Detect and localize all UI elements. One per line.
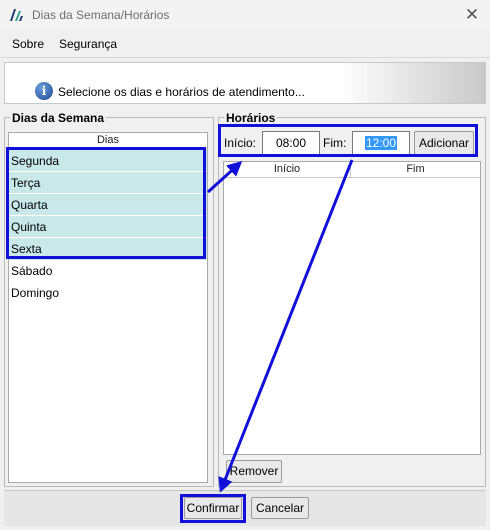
app-logo-icon (10, 9, 23, 21)
day-row[interactable]: Domingo (9, 282, 207, 304)
hours-group-title: Horários (224, 111, 278, 125)
hours-table[interactable] (223, 161, 481, 455)
annotation-time-box (218, 124, 478, 157)
remove-button[interactable]: Remover (226, 460, 282, 483)
info-icon: i (35, 82, 53, 100)
annotation-days-box (6, 147, 206, 259)
window-title: Dias da Semana/Horários (32, 8, 170, 22)
annotation-confirm-box (180, 494, 246, 523)
menu-seguranca[interactable]: Segurança (59, 37, 117, 51)
cancel-button[interactable]: Cancelar (251, 497, 309, 519)
hours-column-inicio[interactable]: Início (224, 162, 351, 178)
hours-column-fim[interactable]: Fim (351, 162, 480, 178)
menu-sobre[interactable]: Sobre (12, 37, 44, 51)
close-icon[interactable]: ✕ (459, 4, 485, 26)
banner-text: Selecione os dias e horários de atendime… (58, 85, 305, 99)
day-row[interactable]: Sábado (9, 260, 207, 282)
days-group-title: Dias da Semana (10, 111, 107, 125)
